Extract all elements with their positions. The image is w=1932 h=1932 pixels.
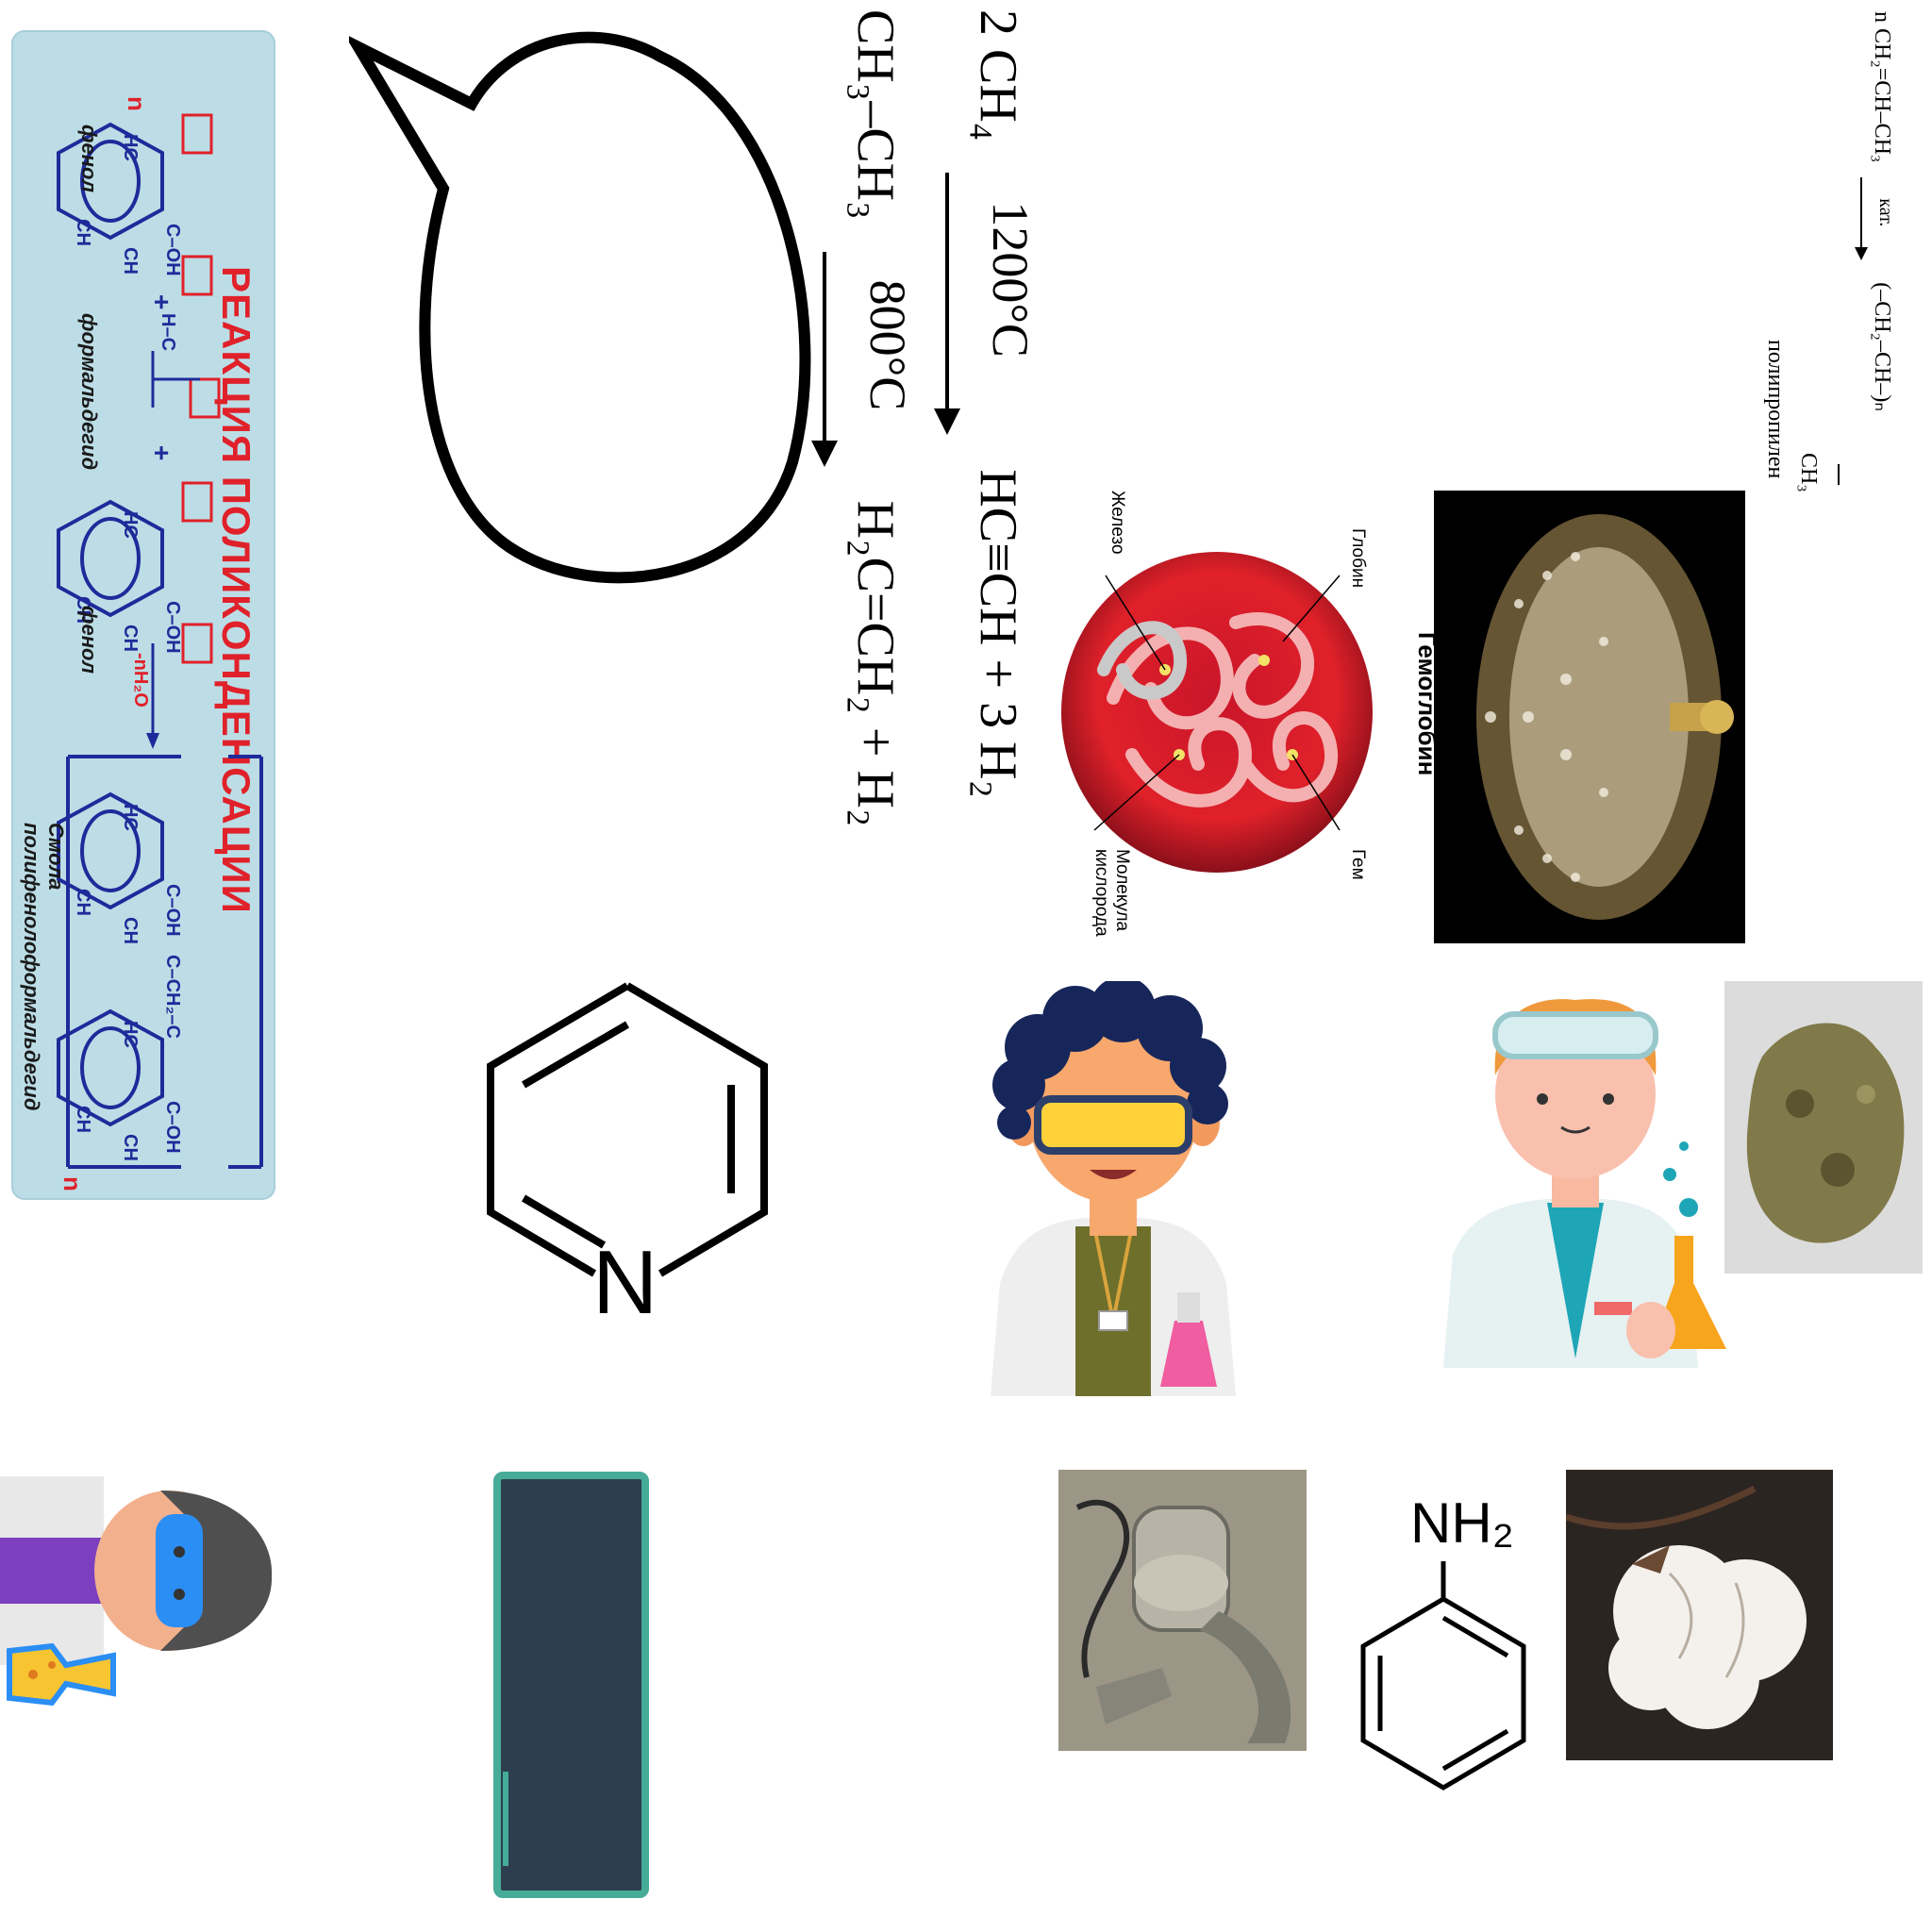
- eq3-condition: кат.: [1875, 198, 1896, 227]
- cotton-boll-photo: [1566, 1470, 1833, 1760]
- svg-text:HC: HC: [120, 134, 141, 161]
- eq3-bond: [1838, 464, 1840, 485]
- chalkboard: [493, 1472, 649, 1898]
- hb-label-iron: Железо: [1108, 491, 1127, 555]
- label-phenol-1: фенол: [77, 125, 101, 193]
- eq3-right: (–CH₂–CH–)ₙ: [1870, 282, 1894, 411]
- pyridine-atom-n: N: [592, 1232, 658, 1333]
- eq2-arrow: [823, 251, 826, 450]
- equation-propylene: n CH₂=CH–CH₃ кат. (–CH₂–CH–)ₙ: [1855, 11, 1896, 411]
- eq1-right: HC≡CH + 3 H₂: [969, 469, 1027, 799]
- svg-text:HC: HC: [120, 511, 141, 539]
- eq3-substituent: CH₃: [1796, 453, 1821, 492]
- scientist-with-flask: [1443, 999, 1726, 1368]
- hb-label-heme: Гем: [1348, 849, 1368, 880]
- scientist-rotated: [0, 1476, 273, 1707]
- svg-text:H–C: H–C: [158, 313, 178, 351]
- poly-n-left: n: [123, 96, 151, 111]
- eq1-condition: 1200°C: [982, 201, 1039, 358]
- poly-n-right: n: [58, 1176, 87, 1191]
- chandelier-photo: [1434, 491, 1745, 943]
- hb-label-globin: Глобин: [1348, 528, 1368, 589]
- eq1-arrow: [945, 173, 949, 419]
- svg-text:CH: CH: [120, 247, 141, 275]
- eq3-arrow: [1860, 177, 1862, 252]
- scientist-curly-hair: [991, 981, 1236, 1396]
- eq2-left: CH₃–CH₃: [846, 9, 905, 220]
- label-formaldehyde: формальдегид: [77, 313, 101, 471]
- svg-text:C–OH: C–OH: [162, 884, 183, 937]
- eq3-name: полипропилен: [1763, 340, 1788, 479]
- svg-text:CH: CH: [120, 1134, 141, 1161]
- svg-text:C–CH₂–C: C–CH₂–C: [162, 955, 183, 1039]
- polycondensation-card: РЕАКЦИЯ ПОЛИКОНДЕНСАЦИИ C–OH C–OH C–OH C…: [11, 30, 275, 1200]
- eq3-left: n CH₂=CH–CH₃: [1870, 11, 1894, 163]
- eq1-left: 2 CH₄: [969, 9, 1027, 142]
- svg-text:CH: CH: [73, 219, 93, 246]
- poly-water: -nH₂O: [130, 653, 151, 708]
- eq2-condition: 800°C: [859, 279, 916, 411]
- svg-text:C–OH: C–OH: [162, 224, 183, 276]
- poly-plus-1: +: [147, 294, 176, 310]
- svg-text:CH: CH: [73, 1106, 93, 1133]
- label-phenol-2: фенол: [77, 606, 101, 675]
- speech-bubble: [349, 31, 811, 584]
- hb-label-oxygen: Молекула кислорода: [1091, 849, 1132, 937]
- mineral-rock-photo: [1724, 981, 1923, 1274]
- clamp-tool-photo: [1058, 1470, 1307, 1751]
- poly-plus-2: +: [147, 445, 176, 461]
- eq2-right: H₂C=CH₂ + H₂: [846, 500, 905, 827]
- aniline-group: NH₂: [1410, 1491, 1514, 1555]
- svg-text:C–OH: C–OH: [162, 1101, 183, 1154]
- svg-text:HC: HC: [120, 804, 141, 831]
- svg-text:CH: CH: [120, 625, 141, 652]
- svg-text:C–OH: C–OH: [162, 601, 183, 654]
- chalkboard-ledge: [503, 1772, 508, 1866]
- aniline-structure: [1360, 1561, 1526, 1790]
- equation-methane: 2 CH₄ 1200°C HC≡CH + 3 H₂: [934, 9, 1039, 799]
- label-resin: Смола полифенолоформальдегид: [20, 823, 68, 1111]
- svg-text:HC: HC: [120, 1021, 141, 1048]
- svg-text:CH: CH: [73, 889, 93, 916]
- svg-text:CH: CH: [120, 917, 141, 944]
- equation-ethane: CH₃–CH₃ 800°C H₂C=CH₂ + H₂: [811, 9, 916, 827]
